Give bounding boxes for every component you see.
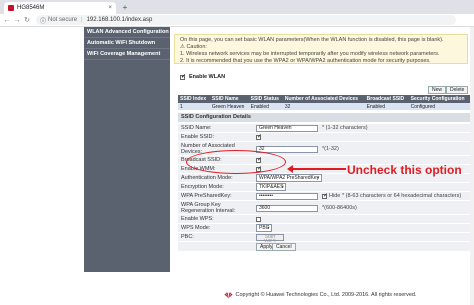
annotation-arrow-line <box>290 168 346 170</box>
sidebar-item-wlan-advanced[interactable]: WLAN Advanced Configuration <box>84 27 170 38</box>
row-enable-wps: Enable WPS: <box>178 215 470 224</box>
enable-wlan-checkbox[interactable] <box>180 73 186 80</box>
back-icon[interactable]: ← <box>2 15 12 26</box>
chevron-down-icon: ▼ <box>316 175 321 180</box>
col-ssid-index: SSID Index <box>178 95 210 103</box>
browser-tab-bar: HG8546M × + <box>0 0 474 14</box>
browser-tab[interactable]: HG8546M × <box>4 2 116 14</box>
col-broadcast-ssid: Broadcast SSID <box>364 95 409 103</box>
sidebar-item-wifi-shutdown[interactable]: Automatic WiFi Shutdown <box>84 38 170 49</box>
annotation-ellipse <box>186 150 286 174</box>
annotation-text: Uncheck this option <box>347 163 462 177</box>
forward-icon[interactable]: → <box>12 15 22 26</box>
encryption-mode-label: Encryption Mode: <box>181 184 224 190</box>
browser-toolbar: ← → ↻ ⓘ Not secure | 192.168.100.1/index… <box>0 14 474 27</box>
address-bar[interactable]: ⓘ Not secure | 192.168.100.1/index.asp <box>36 15 456 25</box>
chevron-down-icon: ▼ <box>280 184 285 189</box>
close-tab-icon[interactable]: × <box>108 5 112 11</box>
ssid-name-label: SSID Name: <box>181 125 212 131</box>
enable-wlan-row: Enable WLAN <box>180 73 226 80</box>
hide-label: Hide <box>329 193 341 199</box>
col-ssid-name: SSID Name <box>209 95 249 103</box>
row-wps-mode: WPS Mode: PBC ▼ <box>178 224 470 233</box>
footer: Copyright © Huawei Technologies Co., Ltd… <box>170 290 470 300</box>
info-icon[interactable]: ⓘ <box>40 16 46 25</box>
row-encryption-mode: Encryption Mode: TKIP&AES ▼ <box>178 183 470 192</box>
reload-icon[interactable]: ↻ <box>22 15 32 26</box>
row-enable-ssid: Enable SSID: <box>178 133 470 142</box>
row-ssid-name: SSID Name: Green Heaven * (1-32 characte… <box>178 124 470 133</box>
pbc-label: PBC: <box>181 234 194 240</box>
url-text: 192.168.100.1/index.asp <box>86 17 153 23</box>
new-tab-icon[interactable]: + <box>120 3 130 12</box>
copyright-text: Copyright © Huawei Technologies Co., Ltd… <box>235 292 417 298</box>
psk-label: WPA PreSharedKey: <box>181 193 232 199</box>
rekey-input[interactable]: 3600 <box>256 205 318 212</box>
row-psk: WPA PreSharedKey: •••••••• Hide * (8-63 … <box>178 192 470 201</box>
huawei-logo-icon <box>224 291 232 298</box>
enable-ssid-checkbox[interactable] <box>256 133 262 141</box>
tab-title: HG8546M <box>17 5 45 11</box>
new-button[interactable]: New <box>428 86 447 94</box>
cell-ssid-name: Green Heaven <box>209 103 249 110</box>
rekey-label: WPA Group Key Regeneration Interval: <box>181 202 236 214</box>
assoc-devices-hint: *(1-32) <box>322 146 339 152</box>
col-ssid-status: SSID Status <box>248 95 283 103</box>
psk-hint: * (8-63 characters or 64 hexadecimal cha… <box>342 193 462 199</box>
section-title: SSID Configuration Details <box>178 113 470 122</box>
huawei-favicon-icon <box>8 5 14 11</box>
cell-ssid-index: 1 <box>178 103 210 110</box>
main-content: On this page, you can set basic WLAN par… <box>174 34 470 252</box>
row-rekey: WPA Group Key Regeneration Interval: 360… <box>178 201 470 215</box>
enable-wps-label: Enable WPS: <box>181 216 214 222</box>
enable-wlan-label: Enable WLAN <box>189 74 226 80</box>
table-header-row: SSID Index SSID Name SSID Status Number … <box>178 95 470 103</box>
auth-mode-label: Authentication Mode: <box>181 175 233 181</box>
cell-broadcast-ssid: Enabled <box>364 103 409 110</box>
ssid-name-hint: * (1-32 characters) <box>322 125 368 131</box>
security-label: Not secure <box>48 17 78 23</box>
info-line: On this page, you can set basic WLAN par… <box>180 37 444 43</box>
info-line: 1. Wireless network services may be inte… <box>180 51 440 57</box>
cancel-button[interactable]: Cancel <box>272 243 296 251</box>
enable-wps-checkbox[interactable] <box>256 217 261 223</box>
info-box: On this page, you can set basic WLAN par… <box>174 34 468 64</box>
row-actions: Apply Cancel <box>178 242 470 252</box>
psk-input[interactable]: •••••••• <box>256 193 318 200</box>
ssid-table: SSID Index SSID Name SSID Status Number … <box>178 95 470 110</box>
info-caution: ⚠ Caution: <box>180 44 207 50</box>
col-assoc-devices: Number of Associated Devices <box>282 95 365 103</box>
sidebar: WLAN Advanced Configuration Automatic Wi… <box>84 27 170 272</box>
hide-checkbox[interactable] <box>322 192 328 199</box>
enable-ssid-label: Enable SSID: <box>181 134 215 140</box>
row-pbc: PBC: Start WPS <box>178 233 470 245</box>
encryption-mode-select[interactable]: TKIP&AES ▼ <box>256 183 287 191</box>
sidebar-item-wifi-coverage[interactable]: WiFi Coverage Management <box>84 49 170 60</box>
wps-mode-label: WPS Mode: <box>181 225 211 231</box>
auth-mode-select[interactable]: WPA/WPA2 PreSharedKey ▼ <box>256 174 323 182</box>
rekey-hint: *(600-86400s) <box>322 205 357 211</box>
info-line: 2. It is recommended that you use the WP… <box>180 58 431 64</box>
col-security-config: Security Configuration <box>408 95 470 103</box>
address-separator: | <box>81 17 83 23</box>
cell-assoc-devices: 32 <box>282 103 365 110</box>
wps-mode-select[interactable]: PBC ▼ <box>256 224 273 232</box>
annotation-arrow-icon <box>287 165 293 173</box>
cell-ssid-status: Enabled <box>248 103 283 110</box>
scrollbar[interactable] <box>470 27 474 305</box>
cell-security-config: Configured <box>408 103 470 110</box>
ssid-name-input[interactable]: Green Heaven <box>256 125 318 132</box>
start-wps-button[interactable]: Start WPS <box>256 234 284 245</box>
table-row[interactable]: 1 Green Heaven Enabled 32 Enabled Config… <box>178 103 470 110</box>
chevron-down-icon: ▼ <box>266 225 271 230</box>
auth-mode-value: WPA/WPA2 PreSharedKey <box>259 175 320 181</box>
delete-button[interactable]: Delete <box>446 86 469 94</box>
